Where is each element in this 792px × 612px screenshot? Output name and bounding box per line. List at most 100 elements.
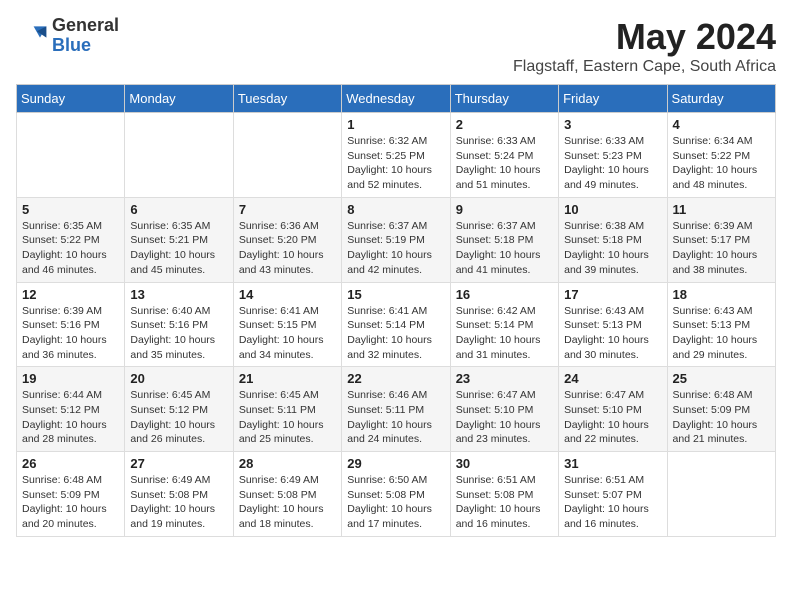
day-number: 27 — [130, 456, 227, 471]
calendar-day-11: 11 Sunrise: 6:39 AM Sunset: 5:17 PM Dayli… — [667, 197, 775, 282]
day-info: Sunrise: 6:35 AM Sunset: 5:21 PM Dayligh… — [130, 219, 227, 278]
day-info: Sunrise: 6:33 AM Sunset: 5:23 PM Dayligh… — [564, 134, 661, 193]
day-number: 7 — [239, 202, 336, 217]
day-number: 21 — [239, 371, 336, 386]
calendar-day-14: 14 Sunrise: 6:41 AM Sunset: 5:15 PM Dayli… — [233, 282, 341, 367]
day-info: Sunrise: 6:35 AM Sunset: 5:22 PM Dayligh… — [22, 219, 119, 278]
calendar-day-19: 19 Sunrise: 6:44 AM Sunset: 5:12 PM Dayli… — [17, 367, 125, 452]
day-header-wednesday: Wednesday — [342, 85, 450, 113]
month-year: May 2024 — [513, 16, 776, 58]
day-number: 22 — [347, 371, 444, 386]
day-info: Sunrise: 6:32 AM Sunset: 5:25 PM Dayligh… — [347, 134, 444, 193]
calendar-day-10: 10 Sunrise: 6:38 AM Sunset: 5:18 PM Dayli… — [559, 197, 667, 282]
page-header: General Blue May 2024 Flagstaff, Eastern… — [16, 16, 776, 76]
calendar-week-row: 19 Sunrise: 6:44 AM Sunset: 5:12 PM Dayli… — [17, 367, 776, 452]
day-number: 10 — [564, 202, 661, 217]
calendar-day-3: 3Sunrise: 6:33 AM Sunset: 5:23 PM Daylig… — [559, 113, 667, 198]
location: Flagstaff, Eastern Cape, South Africa — [513, 58, 776, 76]
calendar-day-12: 12 Sunrise: 6:39 AM Sunset: 5:16 PM Dayli… — [17, 282, 125, 367]
day-number: 24 — [564, 371, 661, 386]
day-info: Sunrise: 6:41 AM Sunset: 5:14 PM Dayligh… — [347, 304, 444, 363]
day-number: 6 — [130, 202, 227, 217]
day-number: 9 — [456, 202, 553, 217]
calendar-day-15: 15 Sunrise: 6:41 AM Sunset: 5:14 PM Dayli… — [342, 282, 450, 367]
calendar-day-1: 1Sunrise: 6:32 AM Sunset: 5:25 PM Daylig… — [342, 113, 450, 198]
day-info: Sunrise: 6:49 AM Sunset: 5:08 PM Dayligh… — [239, 473, 336, 532]
day-number: 18 — [673, 287, 770, 302]
day-number: 29 — [347, 456, 444, 471]
day-number: 11 — [673, 202, 770, 217]
day-info: Sunrise: 6:36 AM Sunset: 5:20 PM Dayligh… — [239, 219, 336, 278]
day-number: 12 — [22, 287, 119, 302]
day-info: Sunrise: 6:39 AM Sunset: 5:17 PM Dayligh… — [673, 219, 770, 278]
calendar-week-row: 12 Sunrise: 6:39 AM Sunset: 5:16 PM Dayli… — [17, 282, 776, 367]
calendar-day-29: 29Sunrise: 6:50 AM Sunset: 5:08 PM Dayli… — [342, 452, 450, 537]
calendar-day-7: 7 Sunrise: 6:36 AM Sunset: 5:20 PM Daylig… — [233, 197, 341, 282]
day-number: 30 — [456, 456, 553, 471]
day-number: 25 — [673, 371, 770, 386]
day-number: 19 — [22, 371, 119, 386]
calendar-day-2: 2 Sunrise: 6:33 AM Sunset: 5:24 PM Daylig… — [450, 113, 558, 198]
day-number: 16 — [456, 287, 553, 302]
calendar-day-13: 13 Sunrise: 6:40 AM Sunset: 5:16 PM Dayli… — [125, 282, 233, 367]
day-info: Sunrise: 6:45 AM Sunset: 5:11 PM Dayligh… — [239, 388, 336, 447]
day-info: Sunrise: 6:41 AM Sunset: 5:15 PM Dayligh… — [239, 304, 336, 363]
title-block: May 2024 Flagstaff, Eastern Cape, South … — [513, 16, 776, 76]
day-number: 26 — [22, 456, 119, 471]
day-info: Sunrise: 6:46 AM Sunset: 5:11 PM Dayligh… — [347, 388, 444, 447]
day-info: Sunrise: 6:39 AM Sunset: 5:16 PM Dayligh… — [22, 304, 119, 363]
calendar-day-28: 28 Sunrise: 6:49 AM Sunset: 5:08 PM Dayli… — [233, 452, 341, 537]
day-number: 14 — [239, 287, 336, 302]
day-info: Sunrise: 6:51 AM Sunset: 5:07 PM Dayligh… — [564, 473, 661, 532]
day-info: Sunrise: 6:34 AM Sunset: 5:22 PM Dayligh… — [673, 134, 770, 193]
day-info: Sunrise: 6:44 AM Sunset: 5:12 PM Dayligh… — [22, 388, 119, 447]
calendar-week-row: 1Sunrise: 6:32 AM Sunset: 5:25 PM Daylig… — [17, 113, 776, 198]
day-number: 15 — [347, 287, 444, 302]
day-info: Sunrise: 6:37 AM Sunset: 5:18 PM Dayligh… — [456, 219, 553, 278]
day-number: 2 — [456, 117, 553, 132]
day-info: Sunrise: 6:42 AM Sunset: 5:14 PM Dayligh… — [456, 304, 553, 363]
day-number: 5 — [22, 202, 119, 217]
day-number: 17 — [564, 287, 661, 302]
day-number: 8 — [347, 202, 444, 217]
logo-blue-text: Blue — [52, 36, 119, 56]
day-info: Sunrise: 6:43 AM Sunset: 5:13 PM Dayligh… — [564, 304, 661, 363]
day-header-thursday: Thursday — [450, 85, 558, 113]
logo-text: General Blue — [52, 16, 119, 56]
calendar-day-4: 4 Sunrise: 6:34 AM Sunset: 5:22 PM Daylig… — [667, 113, 775, 198]
day-info: Sunrise: 6:49 AM Sunset: 5:08 PM Dayligh… — [130, 473, 227, 532]
calendar-day-27: 27 Sunrise: 6:49 AM Sunset: 5:08 PM Dayli… — [125, 452, 233, 537]
calendar-day-5: 5 Sunrise: 6:35 AM Sunset: 5:22 PM Daylig… — [17, 197, 125, 282]
calendar-day-16: 16 Sunrise: 6:42 AM Sunset: 5:14 PM Dayli… — [450, 282, 558, 367]
day-number: 13 — [130, 287, 227, 302]
calendar-day-21: 21 Sunrise: 6:45 AM Sunset: 5:11 PM Dayli… — [233, 367, 341, 452]
day-number: 20 — [130, 371, 227, 386]
day-header-tuesday: Tuesday — [233, 85, 341, 113]
day-info: Sunrise: 6:40 AM Sunset: 5:16 PM Dayligh… — [130, 304, 227, 363]
day-info: Sunrise: 6:48 AM Sunset: 5:09 PM Dayligh… — [22, 473, 119, 532]
day-number: 28 — [239, 456, 336, 471]
calendar-day-18: 18 Sunrise: 6:43 AM Sunset: 5:13 PM Dayli… — [667, 282, 775, 367]
day-info: Sunrise: 6:33 AM Sunset: 5:24 PM Dayligh… — [456, 134, 553, 193]
calendar-day-26: 26 Sunrise: 6:48 AM Sunset: 5:09 PM Dayli… — [17, 452, 125, 537]
calendar-day-6: 6 Sunrise: 6:35 AM Sunset: 5:21 PM Daylig… — [125, 197, 233, 282]
calendar-day-30: 30Sunrise: 6:51 AM Sunset: 5:08 PM Dayli… — [450, 452, 558, 537]
day-info: Sunrise: 6:37 AM Sunset: 5:19 PM Dayligh… — [347, 219, 444, 278]
calendar-week-row: 26 Sunrise: 6:48 AM Sunset: 5:09 PM Dayli… — [17, 452, 776, 537]
calendar-week-row: 5 Sunrise: 6:35 AM Sunset: 5:22 PM Daylig… — [17, 197, 776, 282]
calendar-day-25: 25 Sunrise: 6:48 AM Sunset: 5:09 PM Dayli… — [667, 367, 775, 452]
day-info: Sunrise: 6:47 AM Sunset: 5:10 PM Dayligh… — [456, 388, 553, 447]
calendar-empty-cell — [125, 113, 233, 198]
day-header-monday: Monday — [125, 85, 233, 113]
calendar-table: SundayMondayTuesdayWednesdayThursdayFrid… — [16, 84, 776, 537]
day-number: 31 — [564, 456, 661, 471]
day-info: Sunrise: 6:48 AM Sunset: 5:09 PM Dayligh… — [673, 388, 770, 447]
day-info: Sunrise: 6:47 AM Sunset: 5:10 PM Dayligh… — [564, 388, 661, 447]
day-number: 4 — [673, 117, 770, 132]
calendar-day-24: 24 Sunrise: 6:47 AM Sunset: 5:10 PM Dayli… — [559, 367, 667, 452]
logo-general-text: General — [52, 16, 119, 36]
day-info: Sunrise: 6:43 AM Sunset: 5:13 PM Dayligh… — [673, 304, 770, 363]
calendar-empty-cell — [667, 452, 775, 537]
day-info: Sunrise: 6:38 AM Sunset: 5:18 PM Dayligh… — [564, 219, 661, 278]
day-header-sunday: Sunday — [17, 85, 125, 113]
